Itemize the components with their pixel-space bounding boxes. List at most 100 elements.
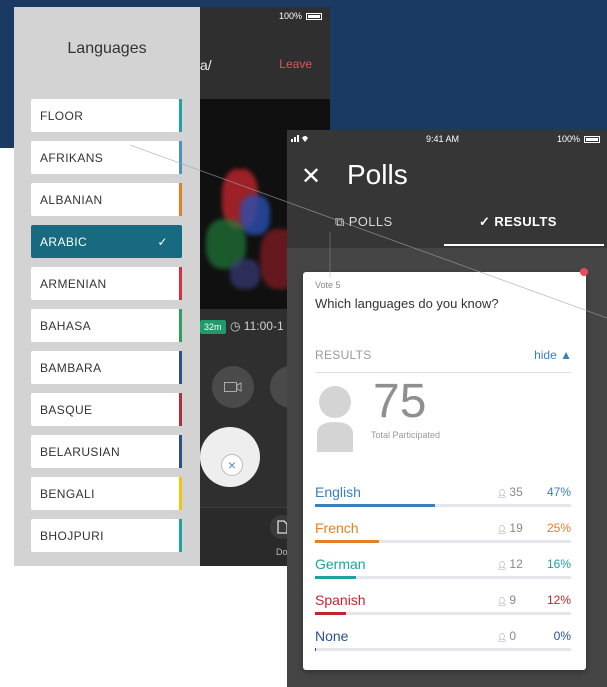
result-row: Spanish 👤︎ 9 12% xyxy=(315,592,571,628)
language-color-bar xyxy=(179,99,182,132)
languages-title: Languages xyxy=(67,40,147,57)
battery-percent: 100% xyxy=(278,11,302,21)
check-icon: ✓ xyxy=(479,214,491,229)
language-list: FLOOR AFRIKANS ALBANIAN ARABIC ✓ ARMENIAN BAHA… xyxy=(31,99,182,561)
result-percent: 16% xyxy=(546,557,571,571)
language-color-bar xyxy=(179,351,182,384)
tab-bar: ⧉ POLLS ✓ RESULTS xyxy=(287,206,607,246)
battery-icon xyxy=(306,12,322,20)
language-label: BAMBARA xyxy=(40,360,102,375)
status-bar: 100% xyxy=(279,11,322,21)
language-color-bar xyxy=(179,393,182,426)
language-option[interactable]: FLOOR xyxy=(31,99,182,132)
language-label: BENGALI xyxy=(40,486,95,501)
tab-polls[interactable]: ⧉ POLLS xyxy=(335,214,393,230)
result-bar-track xyxy=(315,504,571,507)
person-icon: 👤︎ xyxy=(497,561,510,570)
tab-results[interactable]: ✓ RESULTS xyxy=(479,214,557,230)
result-bar-track xyxy=(315,576,571,579)
language-label: AFRIKANS xyxy=(40,150,104,165)
camera-icon xyxy=(224,382,242,392)
result-bar-fill xyxy=(315,612,346,615)
result-row: None 👤︎ 0 0% xyxy=(315,628,571,664)
language-option[interactable]: ALBANIAN xyxy=(31,183,182,216)
result-bar-fill xyxy=(315,648,316,651)
poll-results-card: Vote 5 Which languages do you know? RESU… xyxy=(303,272,586,670)
language-label: ARABIC xyxy=(40,234,88,249)
language-label: BELARUSIAN xyxy=(40,444,121,459)
result-count-value: 9 xyxy=(509,593,517,607)
check-icon: ✓ xyxy=(157,234,168,249)
result-count-value: 19 xyxy=(509,521,523,535)
battery-status: 100% xyxy=(557,134,600,144)
language-color-bar xyxy=(179,309,182,342)
vote-number: Vote 5 xyxy=(315,280,341,290)
result-bar-fill xyxy=(315,504,436,507)
page-title: Polls xyxy=(347,159,408,190)
result-bar-track xyxy=(315,648,571,651)
result-bar-fill xyxy=(315,540,379,543)
results-header: RESULTS xyxy=(315,348,372,362)
result-option-name: French xyxy=(315,520,359,536)
result-count-value: 35 xyxy=(509,485,523,499)
divider xyxy=(315,372,571,373)
language-color-bar xyxy=(179,519,182,552)
languages-panel: Languages FLOOR AFRIKANS ALBANIAN ARABIC ✓ AR… xyxy=(14,7,200,566)
duration-badge: 32m xyxy=(200,320,226,334)
language-label: ARMENIAN xyxy=(40,276,107,291)
session-time-range: ◷ 11:00-1 xyxy=(230,319,284,333)
result-vote-count: 👤︎ 19 xyxy=(497,521,523,535)
close-icon[interactable]: ✕ xyxy=(301,162,321,191)
result-count-value: 12 xyxy=(509,557,523,571)
result-option-name: German xyxy=(315,556,366,572)
language-label: BHOJPURI xyxy=(40,528,104,543)
total-participants-label: Total Participated xyxy=(371,430,441,440)
language-label: BASQUE xyxy=(40,402,93,417)
result-vote-count: 👤︎ 0 xyxy=(497,629,516,643)
language-color-bar xyxy=(179,267,182,300)
battery-icon xyxy=(584,135,600,143)
person-icon: 👤︎ xyxy=(497,489,510,498)
status-time: 9:41 AM xyxy=(426,134,460,144)
language-option[interactable]: BELARUSIAN xyxy=(31,435,182,468)
close-icon[interactable]: × xyxy=(221,454,243,476)
language-option[interactable]: BASQUE xyxy=(31,393,182,426)
result-row: French 👤︎ 19 25% xyxy=(315,520,571,556)
status-bar: 9:41 AM 100% xyxy=(287,130,607,148)
total-participants: 75 xyxy=(373,375,427,428)
language-option[interactable]: BENGALI xyxy=(31,477,182,510)
bottom-toolbar-label: Do xyxy=(276,547,288,557)
result-row: English 👤︎ 35 47% xyxy=(315,484,571,520)
participants-avatar-icon xyxy=(317,386,353,452)
result-option-name: English xyxy=(315,484,361,500)
language-option[interactable]: ARMENIAN xyxy=(31,267,182,300)
poll-question: Which languages do you know? xyxy=(315,296,499,311)
language-option[interactable]: AFRIKANS xyxy=(31,141,182,174)
result-percent: 47% xyxy=(546,485,571,499)
language-option[interactable]: BHOJPURI xyxy=(31,519,182,552)
result-percent: 12% xyxy=(546,593,571,607)
language-option[interactable]: BAHASA xyxy=(31,309,182,342)
language-color-bar xyxy=(179,141,182,174)
result-vote-count: 👤︎ 35 xyxy=(497,485,523,499)
language-color-bar xyxy=(179,183,182,216)
result-count-value: 0 xyxy=(509,629,517,643)
language-option[interactable]: ARABIC ✓ xyxy=(31,225,182,258)
result-vote-count: 👤︎ 9 xyxy=(497,593,516,607)
battery-percent: 100% xyxy=(556,134,580,144)
result-bar-track xyxy=(315,612,571,615)
session-title-fragment: a/ xyxy=(200,57,212,73)
language-option[interactable]: BAMBARA xyxy=(31,351,182,384)
person-icon: 👤︎ xyxy=(497,597,510,606)
video-toggle-button[interactable] xyxy=(212,366,254,408)
language-label: FLOOR xyxy=(40,108,84,123)
hide-results-link[interactable]: hide ▲ xyxy=(534,348,572,362)
active-tab-indicator xyxy=(444,244,604,246)
person-icon: 👤︎ xyxy=(497,525,510,534)
signal-icon xyxy=(291,135,308,142)
tab-polls-label: POLLS xyxy=(348,214,393,229)
result-vote-count: 👤︎ 12 xyxy=(497,557,523,571)
leave-button[interactable]: Leave xyxy=(279,57,312,71)
result-option-name: None xyxy=(315,628,349,644)
result-row: German 👤︎ 12 16% xyxy=(315,556,571,592)
